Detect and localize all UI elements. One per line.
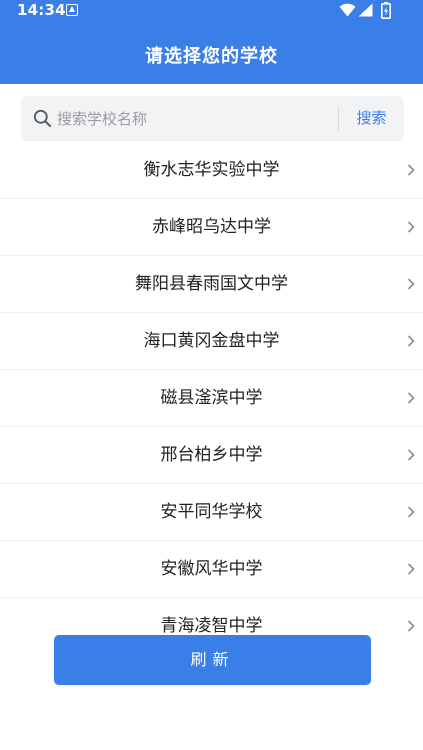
list-item[interactable]: 赤峰昭乌达中学: [0, 199, 423, 256]
chevron-right-icon: [407, 221, 415, 233]
app-header: 14:34 请选择您的学校: [0, 0, 423, 84]
school-name: 安平同华学校: [160, 502, 263, 522]
search-button[interactable]: 搜索: [339, 96, 404, 141]
refresh-button[interactable]: 刷新: [54, 635, 371, 685]
school-name: 赤峰昭乌达中学: [152, 217, 271, 237]
list-item[interactable]: 海口黄冈金盘中学: [0, 313, 423, 370]
list-item[interactable]: 舞阳县春雨国文中学: [0, 256, 423, 313]
school-name: 磁县滏滨中学: [160, 388, 263, 408]
search-icon: [33, 109, 51, 127]
search-input[interactable]: [57, 96, 337, 141]
list-item[interactable]: 安徽风华中学: [0, 541, 423, 598]
school-name: 安徽风华中学: [160, 559, 263, 579]
chevron-right-icon: [407, 620, 415, 632]
chevron-right-icon: [407, 506, 415, 518]
school-list: 衡水志华实验中学 赤峰昭乌达中学 舞阳县春雨国文中学 海口黄冈金盘中学 磁县滏滨…: [0, 142, 423, 638]
battery-charging-icon: [381, 2, 391, 19]
school-name: 衡水志华实验中学: [143, 160, 280, 180]
list-item[interactable]: 邢台柏乡中学: [0, 427, 423, 484]
school-name: 海口黄冈金盘中学: [143, 331, 280, 351]
page-title: 请选择您的学校: [145, 46, 278, 67]
school-name: 舞阳县春雨国文中学: [135, 274, 288, 294]
school-name: 邢台柏乡中学: [160, 445, 263, 465]
search-bar: 搜索: [21, 96, 404, 141]
list-item[interactable]: 磁县滏滨中学: [0, 370, 423, 427]
wifi-icon: [339, 3, 356, 17]
status-bar: 14:34: [0, 0, 423, 22]
list-item[interactable]: 青海凌智中学: [0, 598, 423, 638]
school-select-screen: 14:34 请选择您的学校 搜索 衡水志华实验中学: [0, 0, 423, 750]
signal-icon: [358, 3, 373, 17]
chevron-right-icon: [407, 563, 415, 575]
chevron-right-icon: [407, 335, 415, 347]
chevron-right-icon: [407, 392, 415, 404]
school-name: 青海凌智中学: [160, 616, 263, 636]
status-time: 14:34: [17, 1, 66, 19]
chevron-right-icon: [407, 449, 415, 461]
chevron-right-icon: [407, 164, 415, 176]
notification-a-icon: [66, 4, 78, 16]
list-item[interactable]: 衡水志华实验中学: [0, 142, 423, 199]
list-item[interactable]: 安平同华学校: [0, 484, 423, 541]
chevron-right-icon: [407, 278, 415, 290]
